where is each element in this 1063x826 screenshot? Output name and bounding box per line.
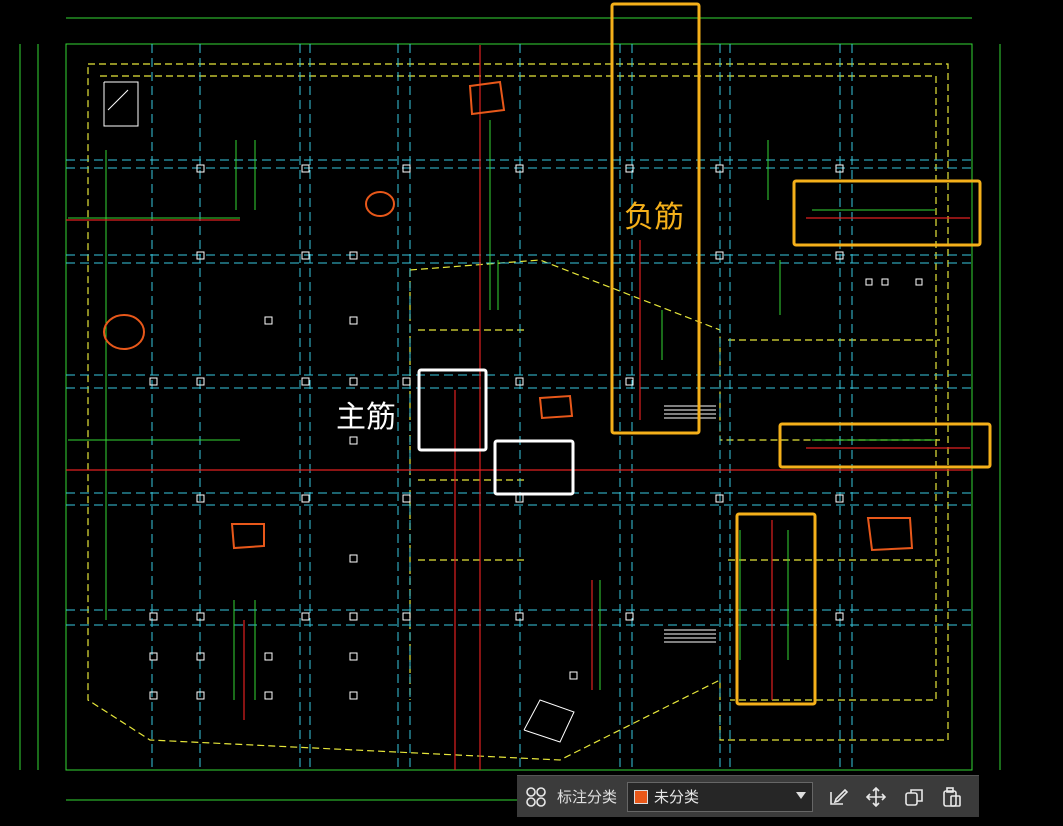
category-label: 标注分类 (557, 788, 618, 806)
dimension-frame (19, 17, 1001, 801)
category-color-swatch (634, 789, 649, 804)
negative-rebar-boxes (610, 2, 992, 706)
annotation-toolbar: 标注分类 未分类 (517, 775, 979, 817)
negative-rebar-box (792, 179, 982, 247)
stair-hatch (664, 405, 716, 643)
rebar-lines (66, 45, 972, 770)
mark-circle (538, 394, 574, 420)
paste-icon[interactable] (933, 776, 971, 818)
mark-circle (866, 517, 914, 552)
mark-circle (230, 523, 265, 550)
mark-circle (468, 80, 506, 116)
move-icon[interactable] (857, 776, 895, 818)
main-rebar-boxes (417, 368, 575, 496)
negative-rebar-box (735, 512, 817, 706)
axis-grid (66, 44, 972, 770)
main-rebar-label: 主筋 (336, 400, 396, 435)
copy-icon[interactable] (895, 776, 933, 818)
edit-icon[interactable] (819, 776, 857, 818)
category-select[interactable]: 未分类 (627, 781, 814, 812)
negative-rebar-label: 负筋 (624, 200, 684, 235)
grid-icon[interactable] (517, 776, 555, 818)
negative-rebar-box (778, 422, 992, 469)
chevron-down-icon (796, 791, 807, 799)
category-select-value: 未分类 (654, 788, 700, 806)
mark-circle (365, 191, 395, 217)
cad-drawing-canvas[interactable] (0, 0, 1063, 826)
main-rebar-box (493, 439, 575, 496)
mark-circle (103, 314, 145, 350)
main-rebar-box (417, 368, 488, 452)
